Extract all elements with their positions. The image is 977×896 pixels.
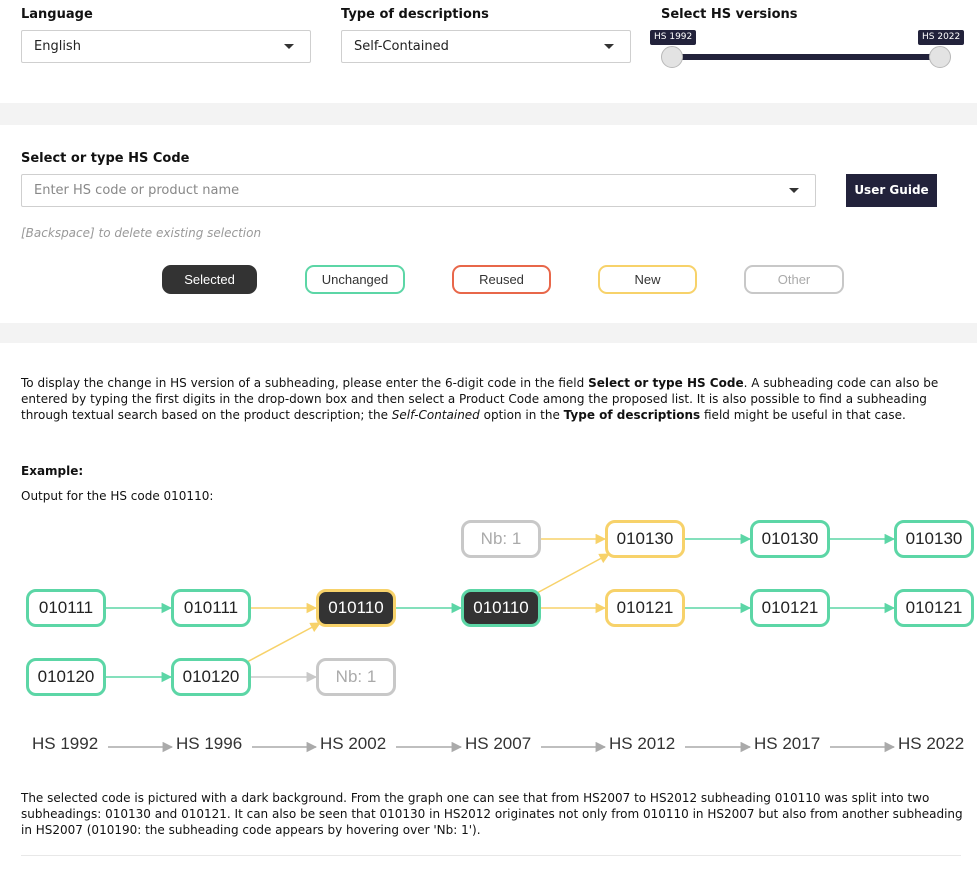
hs-node-010120: 010120 [26,658,106,696]
slider-max-handle[interactable] [929,46,951,68]
legend-reused: Reused [452,265,551,294]
hs-node-nb-1[interactable]: Nb: 1 [316,658,396,696]
example-caption: Output for the HS code 010110: [21,489,214,503]
hs-code-placeholder: Enter HS code or product name [34,183,240,198]
example-title: Example: [21,464,84,478]
slider-min-tooltip: HS 1992 [650,30,697,45]
hs-node-010111: 010111 [26,589,106,627]
hs-code-label: Select or type HS Code [21,151,190,166]
help-intro: To display the change in HS version of a… [21,376,939,422]
hs-node-010110: 010110 [461,589,541,627]
divider [21,855,961,856]
hs-node-010111: 010111 [171,589,251,627]
chevron-down-icon [604,44,614,49]
backspace-hint: [Backspace] to delete existing selection [21,226,262,240]
language-value: English [34,39,81,54]
version-label: HS 2017 [754,734,821,753]
descriptions-select[interactable]: Self-Contained [341,30,631,63]
chevron-down-icon [284,44,294,49]
version-label: HS 1996 [176,734,243,753]
slider-max-tooltip: HS 2022 [918,30,965,45]
hs-node-010130: 010130 [750,520,830,558]
hs-code-search-input[interactable]: Enter HS code or product name [21,174,816,207]
hs-node-010121: 010121 [605,589,685,627]
hs-versions-label: Select HS versions [661,7,798,22]
descriptions-label: Type of descriptions [341,7,489,22]
language-select[interactable]: English [21,30,311,63]
legend-selected: Selected [162,265,257,294]
version-label: HS 2002 [320,734,387,753]
hs-node-010121: 010121 [894,589,974,627]
hs-node-nb-1[interactable]: Nb: 1 [461,520,541,558]
version-label: HS 2012 [609,734,676,753]
version-label: HS 2007 [465,734,532,753]
hs-version-slider-track[interactable] [672,54,940,60]
filter-panel: Language English Type of descriptions Se… [0,0,977,103]
language-label: Language [21,7,93,22]
version-label: HS 1992 [32,734,99,753]
example-explanation: The selected code is pictured with a dar… [21,791,963,837]
legend-new: New [598,265,697,294]
hs-node-010121: 010121 [750,589,830,627]
slider-min-handle[interactable] [661,46,683,68]
hs-node-010120: 010120 [171,658,251,696]
hs-node-010130: 010130 [894,520,974,558]
user-guide-button[interactable]: User Guide [846,174,937,207]
descriptions-value: Self-Contained [354,39,449,54]
legend-unchanged: Unchanged [305,265,405,294]
version-label: HS 2022 [898,734,965,753]
hs-node-010110: 010110 [316,589,396,627]
chevron-down-icon [789,188,799,193]
legend-other: Other [744,265,844,294]
hs-node-010130: 010130 [605,520,685,558]
